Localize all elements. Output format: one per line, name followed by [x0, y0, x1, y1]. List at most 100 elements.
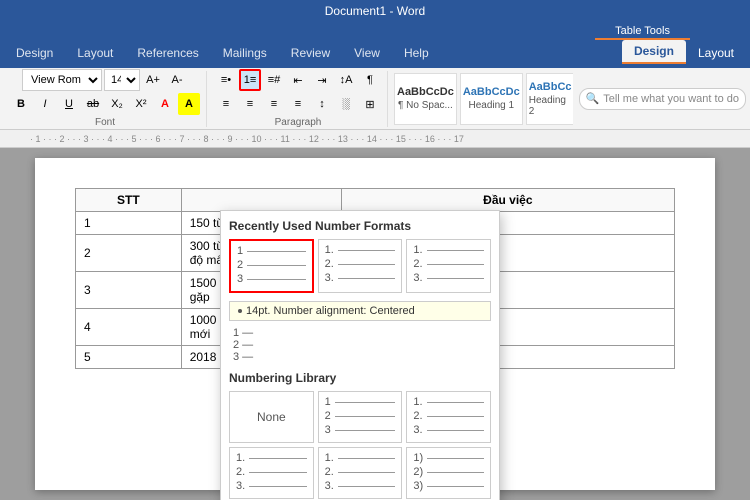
- style-heading2-label: Heading 2: [529, 95, 572, 117]
- format-line: 1): [413, 452, 484, 464]
- library-cell-5[interactable]: 1) 2) 3): [406, 447, 491, 499]
- decrease-indent-btn[interactable]: ⇤: [287, 69, 309, 91]
- search-icon: 🔍: [586, 92, 600, 105]
- multilevel-btn[interactable]: ≡#: [263, 69, 285, 91]
- format-line: 1: [237, 245, 306, 257]
- table-cell-stt: 3: [76, 272, 182, 309]
- library-cell-1[interactable]: 1 2 3: [318, 391, 403, 443]
- format-line: 3: [237, 273, 306, 285]
- tab-design-table[interactable]: Design: [622, 40, 686, 64]
- tab-references[interactable]: References: [125, 42, 210, 64]
- tab-mailings[interactable]: Mailings: [211, 42, 279, 64]
- style-no-spacing-label: ¶ No Spac...: [398, 100, 453, 111]
- shading-btn[interactable]: ░: [335, 93, 357, 115]
- ribbon-section-font: View Roma 14 A+ A- B I U ab X₂ X² A A Fo…: [4, 71, 207, 127]
- tell-me-text: Tell me what you want to do: [603, 93, 739, 105]
- font-section-label: Font: [95, 117, 115, 128]
- subscript-btn[interactable]: X₂: [106, 93, 128, 115]
- table-cell-stt: 2: [76, 235, 182, 272]
- format-line: 3.: [325, 480, 396, 492]
- tab-layout-main[interactable]: Layout: [65, 42, 125, 64]
- table-cell-stt: 5: [76, 346, 182, 369]
- bullets-btn[interactable]: ≡•: [215, 69, 237, 91]
- italic-btn[interactable]: I: [34, 93, 56, 115]
- numbering-btn[interactable]: 1≡: [239, 69, 261, 91]
- table-header-stt: STT: [76, 189, 182, 212]
- tooltip-dot: [238, 309, 242, 313]
- increase-indent-btn[interactable]: ⇥: [311, 69, 333, 91]
- align-right-btn[interactable]: ≡: [263, 93, 285, 115]
- library-cell-4[interactable]: 1. 2. 3.: [318, 447, 403, 499]
- format-cell-2[interactable]: 1. 2. 3.: [318, 239, 403, 293]
- format-line: 2.: [413, 410, 484, 422]
- align-center-btn[interactable]: ≡: [239, 93, 261, 115]
- format-cell-3[interactable]: 1. 2. 3.: [406, 239, 491, 293]
- align-left-btn[interactable]: ≡: [215, 93, 237, 115]
- strikethrough-btn[interactable]: ab: [82, 93, 104, 115]
- decrease-font-btn[interactable]: A-: [166, 69, 188, 91]
- style-heading1-label: Heading 1: [468, 100, 514, 111]
- increase-font-btn[interactable]: A+: [142, 69, 164, 91]
- format-line: 1.: [413, 396, 484, 408]
- tab-layout-table[interactable]: Layout: [686, 42, 746, 64]
- style-no-spacing-preview: AaBbCcDc: [397, 86, 454, 98]
- style-heading1-preview: AaBbCcDc: [463, 86, 520, 98]
- none-label: None: [257, 410, 286, 424]
- line-spacing-btn[interactable]: ↕: [311, 93, 333, 115]
- font-family-select[interactable]: View Roma: [22, 69, 102, 91]
- numbering-dropdown: Recently Used Number Formats 1 2 3 1. 2.…: [220, 210, 500, 500]
- tab-view[interactable]: View: [342, 42, 392, 64]
- sort-btn[interactable]: ↕A: [335, 69, 357, 91]
- style-heading2[interactable]: AaBbCc Heading 2: [526, 73, 573, 125]
- style-heading2-preview: AaBbCc: [529, 81, 572, 93]
- format-line: 2: [325, 410, 396, 422]
- tab-review[interactable]: Review: [279, 42, 342, 64]
- tell-me-input[interactable]: 🔍 Tell me what you want to do: [579, 88, 746, 110]
- format-line: 2.: [413, 258, 484, 270]
- table-header-dau-viec: Đầu việc: [341, 189, 674, 212]
- font-color-btn[interactable]: A: [154, 93, 176, 115]
- tooltip-text: 14pt. Number alignment: Centered: [246, 305, 415, 317]
- format-line: 1: [325, 396, 396, 408]
- preview-col: 1 — 2 — 3 —: [233, 327, 253, 363]
- format-line: 1.: [325, 452, 396, 464]
- library-cell-3[interactable]: 1. 2. 3.: [229, 447, 314, 499]
- format-line: 3.: [236, 480, 307, 492]
- style-no-spacing[interactable]: AaBbCcDc ¶ No Spac...: [394, 73, 457, 125]
- table-cell-stt: 4: [76, 309, 182, 346]
- style-heading1[interactable]: AaBbCcDc Heading 1: [460, 73, 523, 125]
- numbering-library-grid: None 1 2 3 1. 2. 3. 1. 2. 3. 1. 2. 3.: [229, 391, 491, 500]
- highlight-btn[interactable]: A: [178, 93, 200, 115]
- none-cell[interactable]: None: [229, 391, 314, 443]
- borders-btn[interactable]: ⊞: [359, 93, 381, 115]
- table-cell-stt: 1: [76, 212, 182, 235]
- format-cell-1[interactable]: 1 2 3: [229, 239, 314, 293]
- table-tools-label: Table Tools: [595, 24, 690, 40]
- format-tooltip: 14pt. Number alignment: Centered: [229, 301, 491, 321]
- format-line: 1.: [325, 244, 396, 256]
- ribbon-section-styles: AaBbCcDc ¶ No Spac... AaBbCcDc Heading 1…: [390, 71, 573, 127]
- format-line: 2.: [236, 466, 307, 478]
- format-line: 3.: [325, 272, 396, 284]
- format-line: 3: [325, 424, 396, 436]
- tab-design-main[interactable]: Design: [4, 42, 65, 64]
- table-header-content: [181, 189, 341, 212]
- preview-rows: 1 — 2 — 3 —: [229, 327, 491, 363]
- format-line: 2: [237, 259, 306, 271]
- ribbon-section-paragraph: ≡• 1≡ ≡# ⇤ ⇥ ↕A ¶ ≡ ≡ ≡ ≡ ↕ ░ ⊞ Paragrap…: [209, 71, 388, 127]
- underline-btn[interactable]: U: [58, 93, 80, 115]
- title-text: Document1 - Word: [325, 4, 425, 18]
- format-line: 2.: [325, 466, 396, 478]
- title-bar: Document1 - Word: [0, 0, 750, 22]
- superscript-btn[interactable]: X²: [130, 93, 152, 115]
- library-cell-2[interactable]: 1. 2. 3.: [406, 391, 491, 443]
- ruler: · 1 · · · 2 · · · 3 · · · 4 · · · 5 · · …: [0, 130, 750, 148]
- recently-used-title: Recently Used Number Formats: [229, 219, 491, 233]
- bold-btn[interactable]: B: [10, 93, 32, 115]
- format-line: 1.: [236, 452, 307, 464]
- tab-help[interactable]: Help: [392, 42, 441, 64]
- font-size-select[interactable]: 14: [104, 69, 140, 91]
- show-hide-btn[interactable]: ¶: [359, 69, 381, 91]
- justify-btn[interactable]: ≡: [287, 93, 309, 115]
- format-line: 3): [413, 480, 484, 492]
